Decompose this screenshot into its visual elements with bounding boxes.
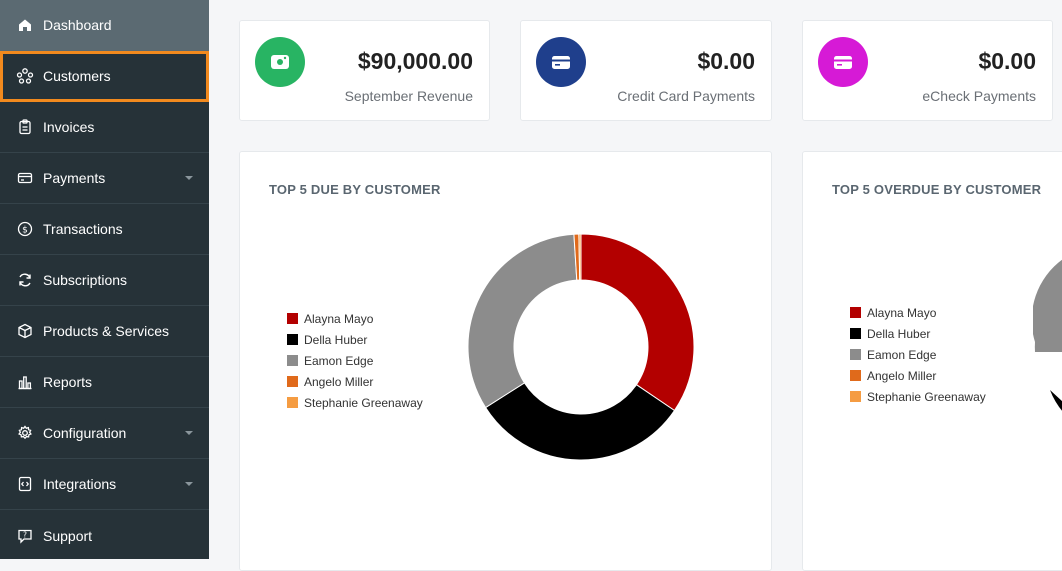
sidebar-item-label: Invoices: [43, 119, 95, 135]
donut-slice[interactable]: [468, 234, 578, 409]
legend-label: Stephanie Greenaway: [867, 389, 986, 404]
sidebar-item-payments[interactable]: Payments: [0, 153, 209, 204]
legend-swatch: [850, 349, 861, 360]
chat-help-icon: ?: [16, 527, 34, 545]
stat-card-credit-card: $0.00 Credit Card Payments: [520, 20, 772, 121]
sidebar-item-label: Customers: [43, 68, 111, 84]
sidebar-item-label: Payments: [43, 170, 106, 186]
legend-swatch: [287, 334, 298, 345]
legend-label: Alayna Mayo: [867, 305, 937, 320]
sidebar-item-products-services[interactable]: Products & Services: [0, 306, 209, 357]
svg-text:?: ?: [23, 530, 27, 539]
sidebar-item-label: Configuration: [43, 425, 127, 441]
sidebar-item-label: Dashboard: [43, 17, 112, 33]
card-icon: [16, 169, 34, 187]
chart-legend: Alayna Mayo Della Huber Eamon Edge Angel…: [287, 308, 423, 413]
sidebar-item-label: Integrations: [43, 476, 117, 492]
credit-card-icon: [818, 37, 868, 87]
sidebar-item-integrations[interactable]: Integrations: [0, 459, 209, 510]
legend-swatch: [287, 376, 298, 387]
legend-swatch: [850, 370, 861, 381]
cash-icon: [255, 37, 305, 87]
donut-slice: [1034, 342, 1062, 352]
donut-slice[interactable]: [484, 382, 676, 461]
legend-swatch: [850, 328, 861, 339]
stat-value: $90,000.00: [357, 48, 473, 74]
chart-legend: Alayna Mayo Della Huber Eamon Edge Angel…: [850, 302, 986, 407]
sidebar-item-invoices[interactable]: Invoices: [0, 102, 209, 153]
donut-slice[interactable]: [578, 234, 582, 281]
credit-card-icon: [536, 37, 586, 87]
stat-label: eCheck Payments: [922, 88, 1036, 104]
sidebar-item-label: Transactions: [43, 221, 123, 237]
legend-label: Della Huber: [304, 332, 368, 347]
sidebar: Dashboard Customers Invoices Payments $ …: [0, 0, 209, 559]
chart-card-overdue: TOP 5 OVERDUE BY CUSTOMER Alayna Mayo De…: [802, 151, 1062, 571]
sidebar-item-label: Reports: [43, 374, 93, 390]
sidebar-item-transactions[interactable]: $ Transactions: [0, 204, 209, 255]
sidebar-item-reports[interactable]: Reports: [0, 357, 209, 408]
chevron-down-icon: [185, 431, 193, 435]
stat-value: $0.00: [697, 48, 755, 74]
chart-card-due: TOP 5 DUE BY CUSTOMER Alayna Mayo Della …: [239, 151, 772, 571]
legend-swatch: [287, 313, 298, 324]
sidebar-item-label: Products & Services: [43, 323, 170, 339]
sidebar-item-dashboard[interactable]: Dashboard: [0, 0, 209, 51]
bar-chart-icon: [16, 373, 34, 391]
chevron-down-icon: [185, 482, 193, 486]
legend-item[interactable]: Alayna Mayo: [287, 308, 423, 329]
chevron-down-icon: [185, 176, 193, 180]
dollar-circle-icon: $: [16, 220, 34, 238]
legend-item[interactable]: Angelo Miller: [287, 371, 423, 392]
chart-title: TOP 5 DUE BY CUSTOMER: [269, 182, 441, 197]
stat-label: Credit Card Payments: [617, 88, 755, 104]
legend-label: Eamon Edge: [304, 353, 374, 368]
clipboard-icon: [16, 118, 34, 136]
box-icon: [16, 322, 34, 340]
legend-item[interactable]: Eamon Edge: [287, 350, 423, 371]
legend-item[interactable]: Stephanie Greenaway: [850, 386, 986, 407]
stat-card-revenue: $90,000.00 September Revenue: [239, 20, 490, 121]
donut-chart-due: [468, 234, 695, 461]
donut-slice: [1050, 390, 1062, 411]
customers-icon: [16, 67, 34, 85]
stat-card-echeck: $0.00 eCheck Payments: [802, 20, 1053, 121]
legend-swatch: [850, 307, 861, 318]
sidebar-item-subscriptions[interactable]: Subscriptions: [0, 255, 209, 306]
code-icon: [16, 475, 34, 493]
legend-item[interactable]: Eamon Edge: [850, 344, 986, 365]
home-icon: [16, 16, 34, 34]
sidebar-item-configuration[interactable]: Configuration: [0, 408, 209, 459]
stat-value: $0.00: [978, 48, 1036, 74]
legend-swatch: [287, 397, 298, 408]
gear-icon: [16, 424, 34, 442]
chart-title: TOP 5 OVERDUE BY CUSTOMER: [832, 182, 1042, 197]
legend-item[interactable]: Alayna Mayo: [850, 302, 986, 323]
legend-swatch: [287, 355, 298, 366]
donut-slice: [1033, 259, 1062, 342]
legend-label: Alayna Mayo: [304, 311, 374, 326]
stat-label: September Revenue: [344, 88, 473, 104]
legend-label: Eamon Edge: [867, 347, 937, 362]
sidebar-item-label: Support: [43, 527, 93, 544]
sidebar-item-label: Subscriptions: [43, 272, 128, 288]
legend-label: Angelo Miller: [867, 368, 937, 383]
legend-item[interactable]: Stephanie Greenaway: [287, 392, 423, 413]
legend-label: Stephanie Greenaway: [304, 395, 423, 410]
donut-slice[interactable]: [580, 234, 695, 412]
refresh-icon: [16, 271, 34, 289]
sidebar-item-support[interactable]: ? Support: [0, 510, 209, 561]
svg-text:$: $: [22, 226, 28, 236]
legend-item[interactable]: Angelo Miller: [850, 365, 986, 386]
donut-chart-overdue: [1033, 259, 1062, 411]
legend-label: Della Huber: [867, 326, 931, 341]
legend-item[interactable]: Della Huber: [287, 329, 423, 350]
legend-label: Angelo Miller: [304, 374, 374, 389]
sidebar-item-customers[interactable]: Customers: [0, 51, 209, 102]
legend-swatch: [850, 391, 861, 402]
legend-item[interactable]: Della Huber: [850, 323, 986, 344]
